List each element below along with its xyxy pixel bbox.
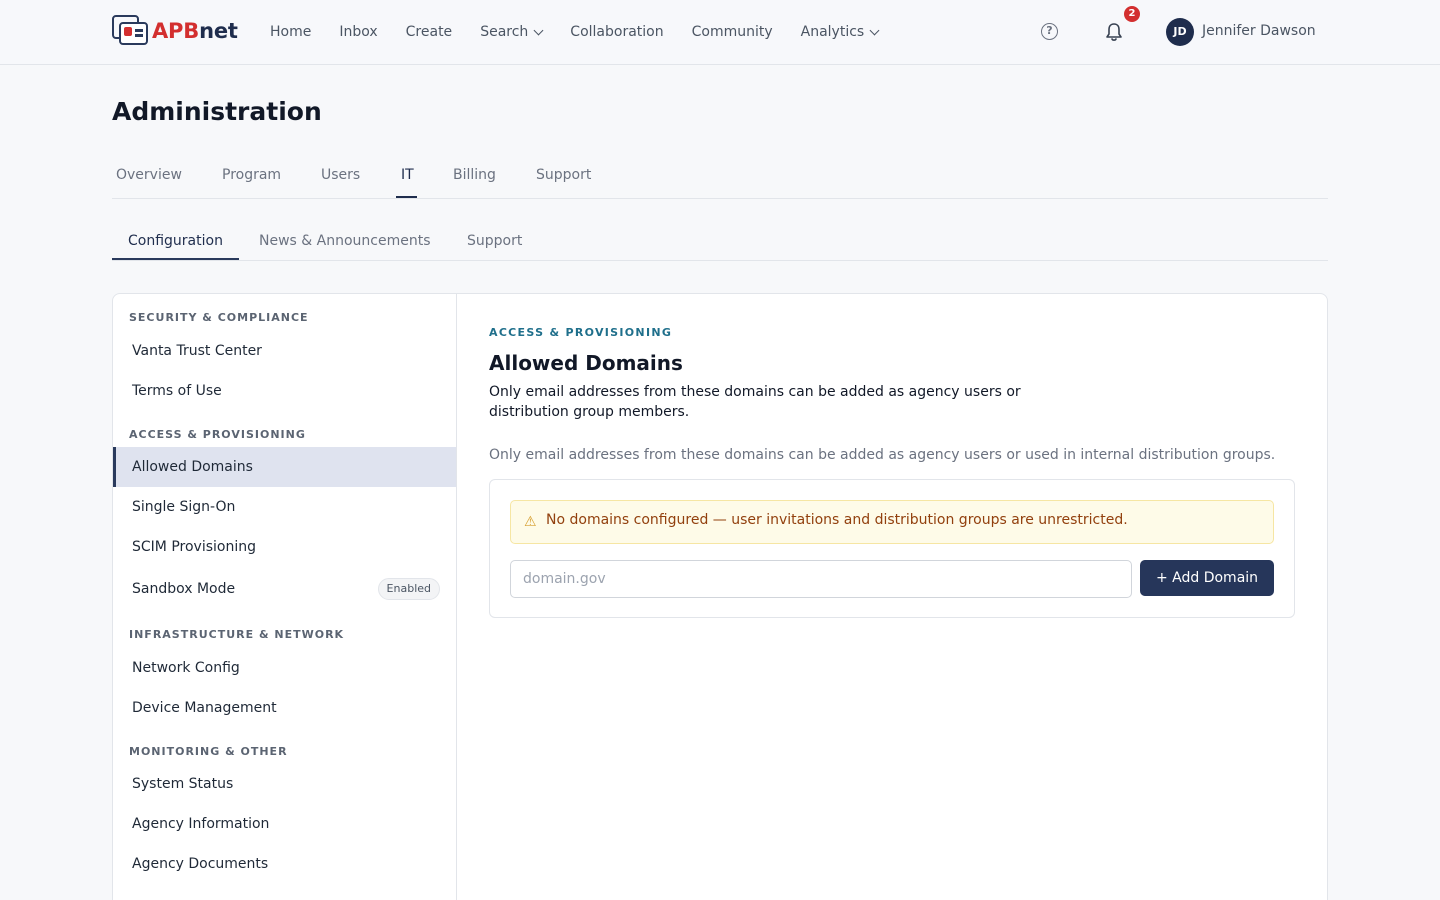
sidebar-item-label: Vanta Trust Center: [132, 343, 262, 359]
sidebar-item-label: Agency Documents: [132, 856, 269, 872]
notification-count-badge: 2: [1124, 6, 1140, 22]
main-nav: Home Inbox Create Search Collaboration C…: [270, 0, 906, 64]
sidebar-heading-monitoring: MONITORING & OTHER: [129, 745, 288, 758]
top-navigation-bar: APBnet Home Inbox Create Search Collabor…: [0, 0, 1440, 65]
nav-create-label: Create: [405, 24, 453, 40]
section-description: Only email addresses from these domains …: [489, 384, 1021, 420]
section-title: Allowed Domains: [489, 351, 683, 375]
sidebar-item-label: Terms of Use: [132, 383, 222, 399]
domains-card: ⚠ No domains configured — user invitatio…: [489, 479, 1295, 618]
nav-search-label: Search: [480, 24, 529, 40]
status-badge: Enabled: [377, 578, 440, 600]
bell-icon[interactable]: [1104, 21, 1124, 43]
logo-icon: [112, 15, 148, 47]
nav-home[interactable]: Home: [270, 24, 311, 40]
subtab-configuration[interactable]: Configuration: [128, 233, 223, 249]
tab-billing[interactable]: Billing: [453, 167, 496, 183]
sidebar-item-label: Network Config: [132, 660, 240, 676]
nav-community-label: Community: [691, 24, 773, 40]
sidebar-heading-infrastructure: INFRASTRUCTURE & NETWORK: [129, 628, 345, 641]
sidebar-item-allowed-domains[interactable]: Allowed Domains: [113, 447, 456, 487]
user-name[interactable]: Jennifer Dawson: [1202, 23, 1316, 39]
it-subtabs: Configuration News & Announcements Suppo…: [112, 222, 1328, 261]
active-subtab-indicator: [112, 258, 239, 260]
logo-text-part1: APB: [152, 19, 200, 43]
sidebar-item-label: Device Management: [132, 700, 277, 716]
domain-input[interactable]: [510, 560, 1132, 598]
sidebar-item-label: System Status: [132, 776, 234, 792]
logo-text: APBnet: [152, 19, 238, 43]
add-domain-button[interactable]: + Add Domain: [1140, 560, 1274, 596]
chevron-down-icon: [869, 25, 880, 35]
sidebar-item-label: Agency Information: [132, 816, 270, 832]
configuration-panel: SECURITY & COMPLIANCE Vanta Trust Center…: [112, 293, 1328, 900]
tab-it[interactable]: IT: [401, 167, 414, 183]
subtab-news-announcements[interactable]: News & Announcements: [259, 233, 431, 249]
nav-inbox-label: Inbox: [339, 24, 378, 40]
sidebar-item-vanta-trust-center[interactable]: Vanta Trust Center: [113, 331, 456, 371]
admin-tabs: Overview Program Users IT Billing Suppor…: [112, 152, 1328, 199]
tab-overview[interactable]: Overview: [116, 167, 182, 183]
nav-community[interactable]: Community: [692, 24, 773, 40]
sidebar-heading-security: SECURITY & COMPLIANCE: [129, 311, 309, 324]
tab-users[interactable]: Users: [321, 167, 360, 183]
nav-inbox[interactable]: Inbox: [339, 24, 377, 40]
apbnet-logo[interactable]: APBnet: [112, 15, 238, 47]
warning-banner: ⚠ No domains configured — user invitatio…: [510, 500, 1274, 544]
nav-collaboration[interactable]: Collaboration: [570, 24, 663, 40]
tab-support[interactable]: Support: [536, 167, 591, 183]
sidebar-heading-access: ACCESS & PROVISIONING: [129, 428, 306, 441]
chevron-down-icon: [533, 25, 544, 35]
user-avatar[interactable]: JD: [1166, 18, 1194, 46]
nav-search-dropdown[interactable]: Search: [480, 24, 544, 40]
page-title: Administration: [112, 97, 322, 126]
nav-create[interactable]: Create: [406, 24, 453, 40]
help-icon[interactable]: ?: [1041, 23, 1058, 40]
active-tab-indicator: [396, 196, 417, 198]
nav-analytics-label: Analytics: [800, 24, 865, 40]
sidebar-item-scim-provisioning[interactable]: SCIM Provisioning: [113, 527, 456, 567]
sidebar-item-agency-documents[interactable]: Agency Documents: [113, 844, 456, 884]
sidebar-item-terms-of-use[interactable]: Terms of Use: [113, 371, 456, 411]
sidebar-item-label: Sandbox Mode: [132, 581, 236, 597]
warning-icon: ⚠: [524, 514, 537, 530]
sidebar-item-network-config[interactable]: Network Config: [113, 648, 456, 688]
sidebar-item-label: Single Sign-On: [132, 499, 236, 515]
sidebar-item-label: Allowed Domains: [132, 459, 253, 475]
sidebar-item-sandbox-mode[interactable]: Sandbox Mode Enabled: [113, 569, 456, 609]
nav-analytics-dropdown[interactable]: Analytics: [800, 24, 880, 40]
subtab-support[interactable]: Support: [467, 233, 522, 249]
nav-home-label: Home: [270, 24, 312, 40]
section-note: Only email addresses from these domains …: [489, 447, 1276, 463]
sidebar-item-device-management[interactable]: Device Management: [113, 688, 456, 728]
section-eyebrow: ACCESS & PROVISIONING: [489, 326, 673, 339]
sidebar-item-label: SCIM Provisioning: [132, 539, 256, 555]
tab-program[interactable]: Program: [222, 167, 281, 183]
sidebar-item-single-sign-on[interactable]: Single Sign-On: [113, 487, 456, 527]
sidebar-item-agency-information[interactable]: Agency Information: [113, 804, 456, 844]
warning-text: No domains configured — user invitations…: [546, 512, 1128, 528]
settings-sidebar: SECURITY & COMPLIANCE Vanta Trust Center…: [113, 294, 457, 900]
logo-text-part2: net: [199, 19, 238, 43]
sidebar-item-system-status[interactable]: System Status: [113, 764, 456, 804]
nav-collaboration-label: Collaboration: [570, 24, 664, 40]
